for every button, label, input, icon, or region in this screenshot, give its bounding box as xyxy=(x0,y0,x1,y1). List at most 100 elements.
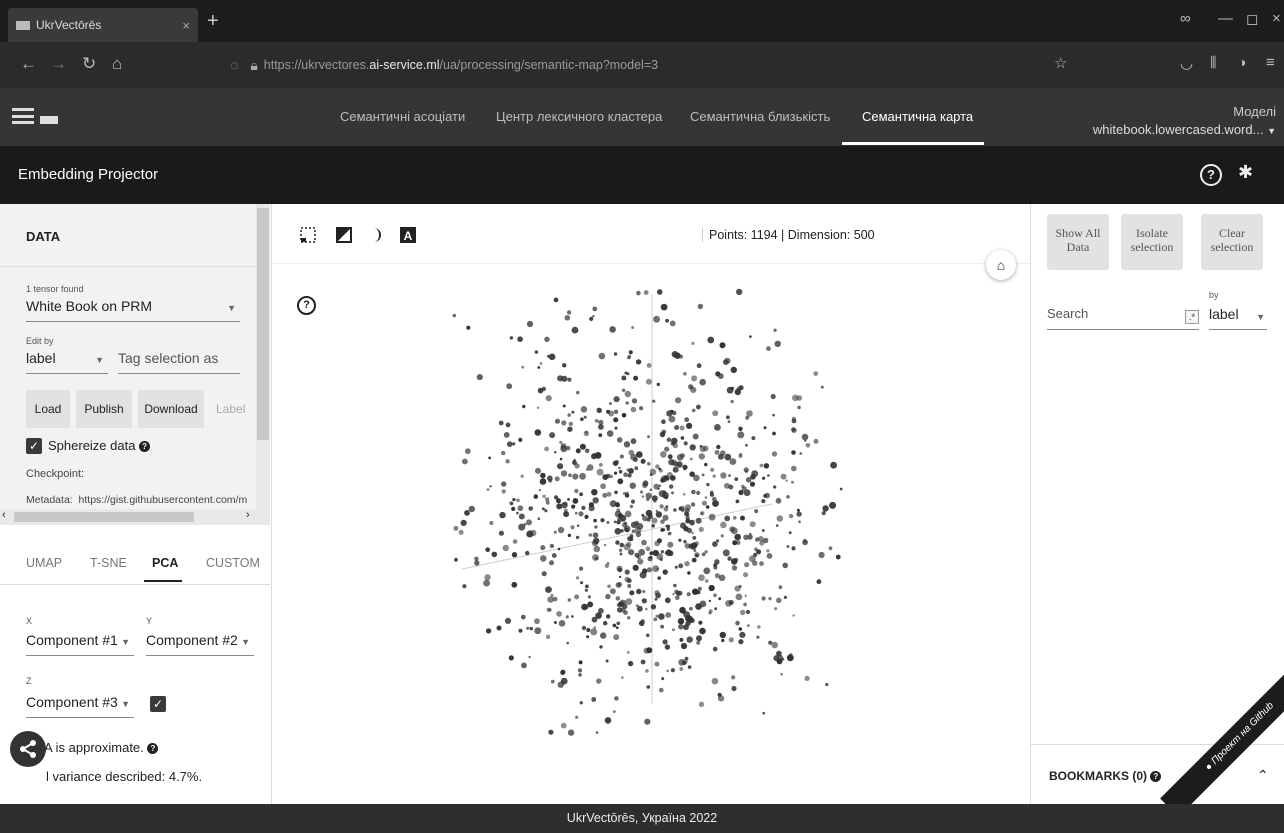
data-point[interactable] xyxy=(792,394,799,402)
data-point[interactable] xyxy=(520,474,524,478)
data-point[interactable] xyxy=(738,426,743,431)
data-point[interactable] xyxy=(736,386,741,391)
data-point[interactable] xyxy=(605,593,611,600)
data-point[interactable] xyxy=(602,492,608,498)
data-point[interactable] xyxy=(645,492,652,499)
data-point[interactable] xyxy=(660,550,664,554)
data-point[interactable] xyxy=(598,352,606,360)
data-point[interactable] xyxy=(574,463,580,469)
data-point[interactable] xyxy=(683,540,687,544)
data-point[interactable] xyxy=(534,429,542,436)
data-point[interactable] xyxy=(716,444,721,450)
data-point[interactable] xyxy=(521,662,527,669)
data-point[interactable] xyxy=(564,315,571,321)
data-point[interactable] xyxy=(651,495,658,502)
data-point[interactable] xyxy=(560,722,567,729)
data-point[interactable] xyxy=(551,553,557,558)
data-point[interactable] xyxy=(548,478,553,483)
data-point[interactable] xyxy=(625,598,633,605)
data-point[interactable] xyxy=(572,473,579,480)
logo[interactable] xyxy=(40,116,58,124)
data-point[interactable] xyxy=(775,497,782,504)
data-point[interactable] xyxy=(696,363,702,369)
data-point[interactable] xyxy=(744,562,750,568)
data-point[interactable] xyxy=(579,472,586,480)
data-point[interactable] xyxy=(701,473,705,477)
data-point[interactable] xyxy=(545,497,550,502)
data-point[interactable] xyxy=(518,628,523,633)
data-point[interactable] xyxy=(600,518,605,523)
data-point[interactable] xyxy=(675,595,680,601)
data-point[interactable] xyxy=(539,362,543,365)
data-point[interactable] xyxy=(679,425,685,431)
bookmark-star-icon[interactable]: ☆ xyxy=(1054,54,1067,72)
data-point[interactable] xyxy=(554,418,561,424)
moon-icon[interactable] xyxy=(368,227,384,243)
data-point[interactable] xyxy=(526,626,530,630)
data-point[interactable] xyxy=(791,427,797,434)
data-point[interactable] xyxy=(584,430,588,434)
data-point[interactable] xyxy=(594,556,599,561)
data-point[interactable] xyxy=(685,518,691,524)
data-point[interactable] xyxy=(791,465,797,472)
data-point[interactable] xyxy=(574,511,578,515)
data-point[interactable] xyxy=(749,481,756,487)
data-point[interactable] xyxy=(684,561,690,567)
data-point[interactable] xyxy=(694,541,699,546)
data-point[interactable] xyxy=(783,595,787,599)
data-point[interactable] xyxy=(822,505,829,512)
data-point[interactable] xyxy=(821,511,826,516)
data-point[interactable] xyxy=(604,717,612,724)
data-point[interactable] xyxy=(592,532,599,538)
data-point[interactable] xyxy=(649,488,652,491)
data-point[interactable] xyxy=(813,438,819,444)
data-point[interactable] xyxy=(691,341,695,345)
data-point[interactable] xyxy=(669,484,674,489)
data-point[interactable] xyxy=(720,534,724,538)
data-point[interactable] xyxy=(518,513,525,520)
data-point[interactable] xyxy=(654,597,658,601)
data-point[interactable] xyxy=(751,436,756,441)
data-point[interactable] xyxy=(729,458,737,465)
data-point[interactable] xyxy=(606,430,614,437)
load-button[interactable]: Load xyxy=(26,390,70,428)
data-point[interactable] xyxy=(584,448,590,454)
data-point[interactable] xyxy=(491,551,498,558)
data-point[interactable] xyxy=(606,614,611,619)
data-point[interactable] xyxy=(485,628,492,634)
data-point[interactable] xyxy=(609,402,612,405)
data-point[interactable] xyxy=(674,565,678,569)
data-point[interactable] xyxy=(614,459,619,465)
data-point[interactable] xyxy=(630,406,637,413)
data-point[interactable] xyxy=(657,538,662,544)
data-point[interactable] xyxy=(709,588,713,591)
data-point[interactable] xyxy=(547,354,550,358)
data-point[interactable] xyxy=(680,522,687,529)
data-point[interactable] xyxy=(616,520,621,525)
data-point[interactable] xyxy=(568,473,572,477)
horizontal-scrollbar[interactable]: ‹ › xyxy=(0,509,270,525)
data-point[interactable] xyxy=(735,499,740,504)
data-point[interactable] xyxy=(721,638,725,643)
data-point[interactable] xyxy=(616,437,623,443)
data-point[interactable] xyxy=(624,390,631,398)
data-point[interactable] xyxy=(637,558,644,565)
data-point[interactable] xyxy=(506,441,513,447)
data-point[interactable] xyxy=(781,657,785,661)
scrollbar-thumb[interactable] xyxy=(14,512,194,522)
data-point[interactable] xyxy=(749,335,752,338)
data-point[interactable] xyxy=(606,491,612,497)
data-point[interactable] xyxy=(691,375,698,382)
browser-tab[interactable]: UkrVectōrēs × xyxy=(8,8,198,42)
data-point[interactable] xyxy=(565,445,571,451)
data-point[interactable] xyxy=(605,659,609,663)
data-point[interactable] xyxy=(654,661,660,667)
chevron-up-icon[interactable]: ⌃ xyxy=(1257,767,1269,784)
data-point[interactable] xyxy=(640,659,646,665)
data-point[interactable] xyxy=(697,303,704,310)
data-point[interactable] xyxy=(674,425,680,430)
data-point[interactable] xyxy=(731,675,736,680)
data-point[interactable] xyxy=(489,485,492,488)
data-point[interactable] xyxy=(667,541,674,548)
data-point[interactable] xyxy=(636,290,641,296)
